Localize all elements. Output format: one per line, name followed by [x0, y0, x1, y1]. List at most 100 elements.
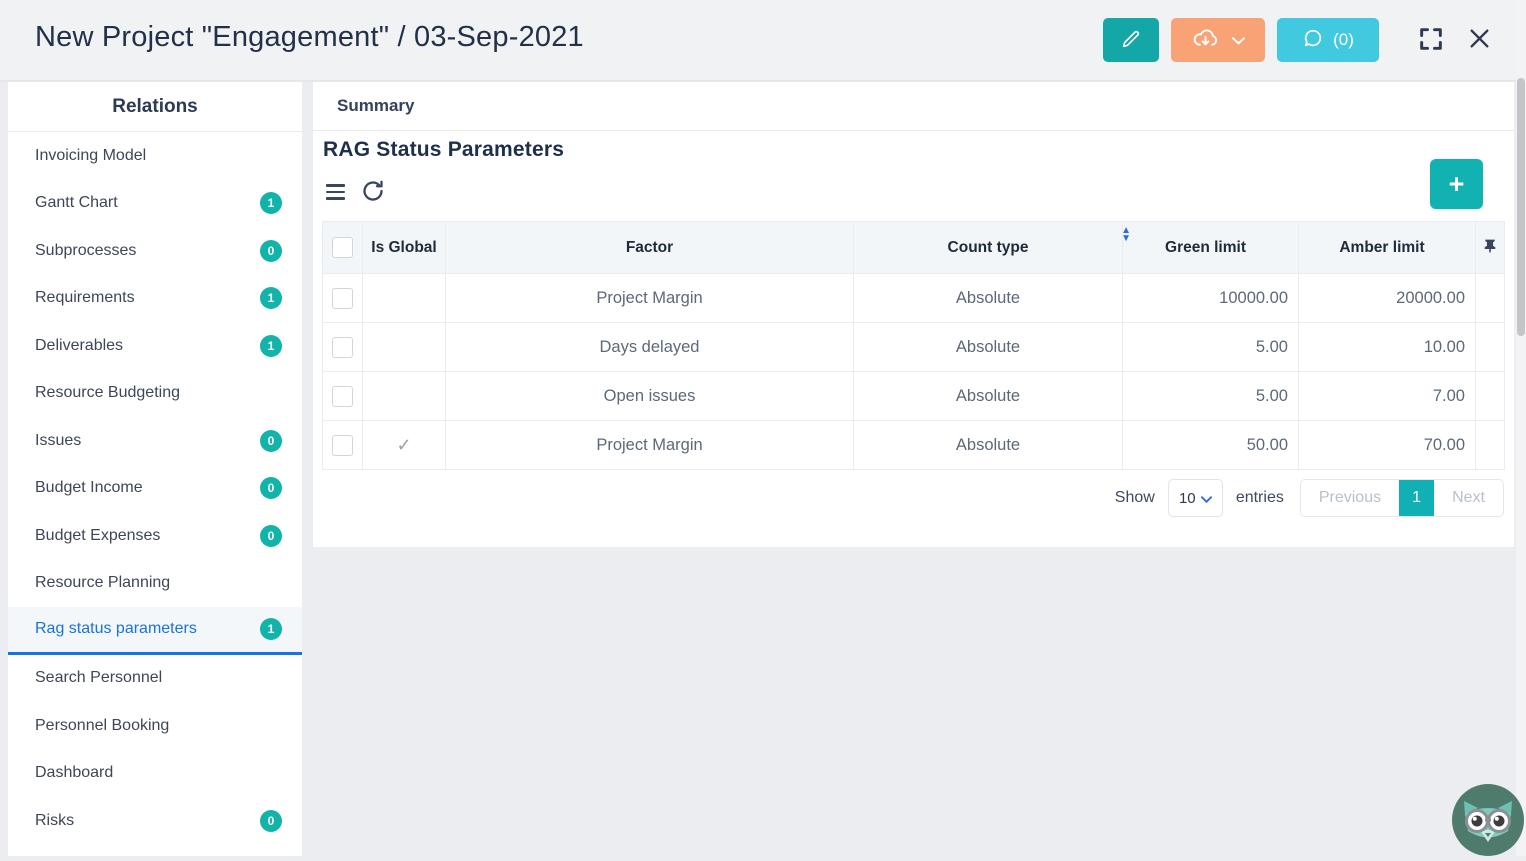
is-global-cell: ✓ — [363, 421, 446, 470]
sidebar-item-rag-status-parameters[interactable]: Rag status parameters1 — [8, 607, 302, 655]
is-global-cell — [363, 274, 446, 323]
section-title: RAG Status Parameters — [323, 138, 564, 162]
sidebar-item-label: Subprocesses — [35, 242, 136, 260]
next-page-button[interactable]: Next — [1434, 480, 1503, 516]
sidebar-item-label: Personnel Booking — [35, 717, 169, 735]
export-dropdown-button[interactable] — [1171, 18, 1265, 62]
sidebar-item-resource-budgeting[interactable]: Resource Budgeting — [8, 370, 302, 418]
tab-summary[interactable]: Summary — [323, 96, 428, 116]
count-badge: 0 — [260, 240, 282, 262]
sidebar-item-label: Issues — [35, 432, 81, 450]
pin-cell — [1476, 274, 1505, 323]
main-panel: Summary RAG Status Parameters + Is Globa… — [313, 82, 1514, 547]
header-green-limit[interactable]: Green limit — [1123, 222, 1299, 274]
header-amber-limit[interactable]: Amber limit — [1299, 222, 1476, 274]
plus-icon: + — [1449, 169, 1465, 199]
table-header-row: Is Global Factor Count type ▲▼ Green lim… — [323, 222, 1505, 274]
amber-limit-cell: 7.00 — [1299, 372, 1476, 421]
count-badge: 0 — [260, 810, 282, 832]
chevron-down-icon — [1232, 33, 1245, 48]
close-button[interactable] — [1467, 26, 1492, 54]
sidebar-item-issues[interactable]: Issues0 — [8, 417, 302, 465]
sidebar-item-resource-planning[interactable]: Resource Planning — [8, 560, 302, 608]
edit-button[interactable] — [1103, 18, 1159, 62]
scrollbar-thumb[interactable] — [1517, 78, 1525, 336]
rag-parameters-table: Is Global Factor Count type ▲▼ Green lim… — [322, 221, 1505, 470]
comments-count: (0) — [1333, 30, 1354, 50]
previous-page-button[interactable]: Previous — [1301, 480, 1399, 516]
sidebar-item-budget-income[interactable]: Budget Income 0 — [8, 465, 302, 513]
table-row: ✓Project MarginAbsolute50.0070.00 — [323, 421, 1505, 470]
sidebar-item-personnel-booking[interactable]: Personnel Booking — [8, 702, 302, 750]
green-limit-cell: 50.00 — [1123, 421, 1299, 470]
sidebar-item-label: Gantt Chart — [35, 194, 118, 212]
sort-arrows-icon[interactable]: ▲▼ — [1121, 227, 1131, 243]
add-parameter-button[interactable]: + — [1430, 159, 1483, 209]
select-all-checkbox[interactable] — [332, 237, 353, 258]
sidebar-item-label: Invoicing Model — [35, 147, 146, 165]
header-is-global[interactable]: Is Global — [363, 222, 446, 274]
header-select-all[interactable] — [323, 222, 363, 274]
factor-cell: Open issues — [446, 372, 854, 421]
sidebar-item-label: Deliverables — [35, 337, 123, 355]
pin-cell — [1476, 421, 1505, 470]
factor-cell: Project Margin — [446, 421, 854, 470]
sidebar-item-deliverables[interactable]: Deliverables1 — [8, 322, 302, 370]
checkmark-icon: ✓ — [396, 435, 411, 455]
sidebar-item-gantt-chart[interactable]: Gantt Chart 1 — [8, 180, 302, 228]
sidebar-item-risks[interactable]: Risks 0 — [8, 797, 302, 845]
count-badge: 0 — [260, 525, 282, 547]
hamburger-icon[interactable] — [326, 184, 345, 204]
sidebar-item-subprocesses[interactable]: Subprocesses 0 — [8, 227, 302, 275]
count-type-cell: Absolute — [854, 372, 1123, 421]
entries-label: entries — [1236, 489, 1284, 507]
sidebar-item-search-personnel[interactable]: Search Personnel — [8, 655, 302, 703]
current-page-button[interactable]: 1 — [1399, 480, 1434, 516]
count-badge: 1 — [260, 192, 282, 214]
sidebar-item-label: Risks — [35, 812, 74, 830]
green-limit-cell: 10000.00 — [1123, 274, 1299, 323]
relations-sidebar: Relations Invoicing Model Gantt Chart 1 Sub… — [8, 82, 302, 856]
fullscreen-icon — [1417, 25, 1445, 56]
count-type-cell: Absolute — [854, 274, 1123, 323]
row-checkbox[interactable] — [332, 337, 353, 358]
header-factor[interactable]: Factor — [446, 222, 854, 274]
table-row: Days delayedAbsolute5.0010.00 — [323, 323, 1505, 372]
factor-cell: Days delayed — [446, 323, 854, 372]
table-row: Project MarginAbsolute10000.0020000.00 — [323, 274, 1505, 323]
chat-bubble-icon — [1302, 27, 1324, 54]
fullscreen-button[interactable] — [1417, 25, 1445, 56]
pencil-icon — [1120, 28, 1142, 53]
sidebar-item-label: Resource Planning — [35, 574, 170, 592]
refresh-icon[interactable] — [361, 179, 385, 208]
sidebar-item-dashboard[interactable]: Dashboard — [8, 750, 302, 798]
sidebar-item-requirements[interactable]: Requirements1 — [8, 275, 302, 323]
count-badge: 0 — [260, 477, 282, 499]
row-checkbox[interactable] — [332, 435, 353, 456]
sidebar-item-budget-expenses[interactable]: Budget Expenses0 — [8, 512, 302, 560]
chevron-down-icon — [1201, 490, 1212, 507]
show-label: Show — [1115, 489, 1155, 507]
row-checkbox[interactable] — [332, 288, 353, 309]
sidebar-title: Relations — [8, 82, 302, 132]
amber-limit-cell: 10.00 — [1299, 323, 1476, 372]
green-limit-cell: 5.00 — [1123, 323, 1299, 372]
close-icon — [1467, 26, 1492, 54]
sidebar-item-label: Rag status parameters — [35, 620, 197, 638]
header-pin[interactable] — [1476, 222, 1505, 274]
header-count-type[interactable]: Count type ▲▼ — [854, 222, 1123, 274]
amber-limit-cell: 20000.00 — [1299, 274, 1476, 323]
is-global-cell — [363, 323, 446, 372]
row-checkbox[interactable] — [332, 386, 353, 407]
header-actions: (0) — [1103, 18, 1492, 62]
sidebar-item-label: Dashboard — [35, 764, 113, 782]
comments-button[interactable]: (0) — [1277, 18, 1379, 62]
table-footer: Show 10 entries Previous 1 Next — [1115, 478, 1504, 518]
owl-mascot-icon[interactable] — [1452, 784, 1524, 856]
sidebar-item-invoicing-model[interactable]: Invoicing Model — [8, 132, 302, 180]
sidebar-item-label: Budget Income — [35, 479, 143, 497]
pin-icon — [1482, 240, 1498, 257]
factor-cell: Project Margin — [446, 274, 854, 323]
is-global-cell — [363, 372, 446, 421]
page-size-select[interactable]: 10 — [1168, 479, 1223, 517]
